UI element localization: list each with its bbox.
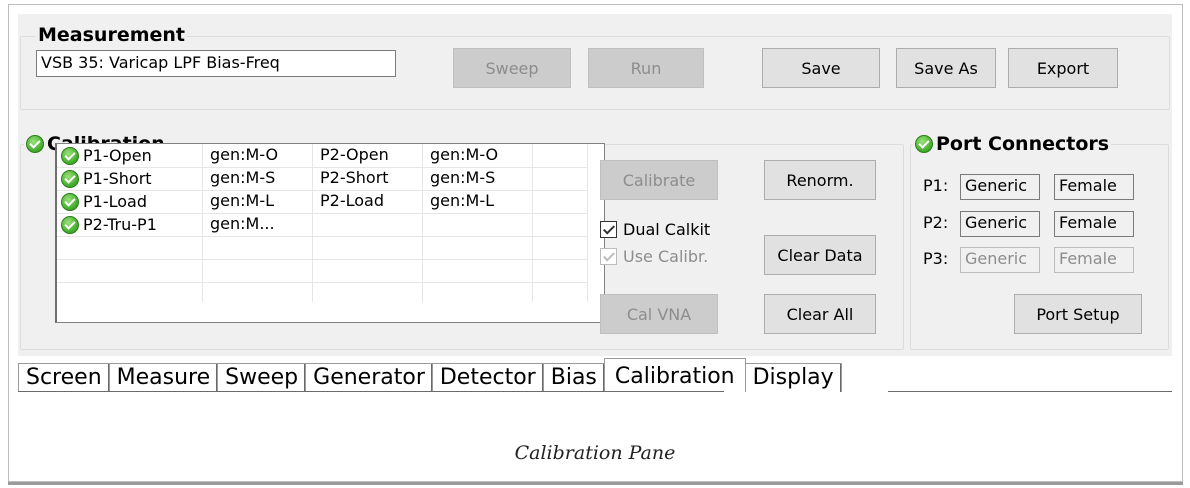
- calibration-standards-list[interactable]: P1-Open gen:M-O P2-Open gen:M-O P1-Short…: [55, 143, 605, 323]
- frame-shadow: [8, 482, 1183, 485]
- port-p3-label: P3:: [923, 249, 949, 268]
- checkbox-box: [600, 221, 617, 238]
- tab-display[interactable]: Display: [744, 363, 842, 392]
- port-p3-gender[interactable]: Female: [1054, 247, 1134, 273]
- renorm-button[interactable]: Renorm.: [764, 160, 876, 200]
- p2-kit-label: gen:M-S: [430, 168, 496, 187]
- tab-calibration[interactable]: Calibration: [603, 358, 746, 392]
- calibrate-button[interactable]: Calibrate: [600, 160, 718, 200]
- list-item[interactable]: P1-Short gen:M-S P2-Short gen:M-S: [57, 167, 587, 190]
- port-p2-type[interactable]: Generic: [960, 211, 1040, 237]
- save-button[interactable]: Save: [762, 48, 880, 88]
- calibrated-icon: [61, 169, 79, 188]
- sweep-button[interactable]: Sweep: [453, 48, 571, 88]
- calibrated-icon: [61, 192, 79, 211]
- p1-kit-label: gen:M-L: [210, 191, 275, 210]
- tab-screen[interactable]: Screen: [18, 363, 110, 392]
- p2-standard-label: [312, 213, 422, 236]
- p2-kit-label: gen:M-O: [430, 145, 499, 164]
- port-p1-type[interactable]: Generic: [960, 174, 1040, 200]
- standard-label: P1-Load: [83, 191, 147, 211]
- p1-kit-label: gen:M-S: [210, 168, 276, 187]
- cal-vna-button[interactable]: Cal VNA: [600, 294, 718, 334]
- p2-standard-label: P2-Load: [320, 191, 384, 210]
- dual-calkit-checkbox[interactable]: Dual Calkit: [600, 220, 710, 239]
- vna-panel: Measurement VSB 35: Varicap LPF Bias-Fre…: [18, 14, 1172, 356]
- figure-caption: Calibration Pane: [514, 442, 676, 464]
- port-p2-label: P2:: [923, 213, 949, 232]
- standard-label: P1-Short: [83, 168, 152, 188]
- clear-data-button[interactable]: Clear Data: [764, 235, 876, 275]
- calibrated-icon: [61, 146, 79, 165]
- port-connectors-title: Port Connectors: [913, 133, 1112, 155]
- port-p1-gender[interactable]: Female: [1054, 174, 1134, 200]
- p2-standard-label: P2-Short: [320, 168, 389, 187]
- tab-detector[interactable]: Detector: [431, 363, 544, 392]
- calibrated-icon: [61, 215, 79, 234]
- p2-standard-label: P2-Open: [320, 145, 389, 164]
- tab-baseline: [888, 391, 1172, 392]
- p1-kit-label: gen:M...: [210, 214, 275, 233]
- tab-measure[interactable]: Measure: [108, 363, 219, 392]
- tab-bar: Screen Measure Sweep Generator Detector …: [18, 356, 842, 392]
- port-p1-label: P1:: [923, 176, 949, 195]
- export-button[interactable]: Export: [1008, 48, 1118, 88]
- list-item[interactable]: P1-Load gen:M-L P2-Load gen:M-L: [57, 190, 587, 213]
- port-p3-type[interactable]: Generic: [960, 247, 1040, 273]
- tab-baseline: [18, 391, 724, 392]
- use-calibr-checkbox[interactable]: Use Calibr.: [600, 247, 708, 266]
- dual-calkit-label: Dual Calkit: [623, 220, 711, 239]
- use-calibr-label: Use Calibr.: [623, 247, 709, 266]
- measurement-name-field[interactable]: VSB 35: Varicap LPF Bias-Freq: [36, 50, 396, 77]
- p1-kit-label: gen:M-O: [210, 145, 279, 164]
- save-as-button[interactable]: Save As: [896, 48, 996, 88]
- clear-all-button[interactable]: Clear All: [764, 294, 876, 334]
- p2-kit-label: gen:M-L: [430, 191, 495, 210]
- checkbox-box: [600, 248, 617, 265]
- run-button[interactable]: Run: [588, 48, 704, 88]
- tab-bias[interactable]: Bias: [542, 363, 605, 392]
- measurement-title: Measurement: [36, 24, 187, 46]
- standard-label: P2-Tru-P1: [83, 214, 157, 234]
- p2-kit-label: [422, 213, 532, 236]
- port-setup-button[interactable]: Port Setup: [1014, 294, 1142, 334]
- port-p2-gender[interactable]: Female: [1054, 211, 1134, 237]
- list-item[interactable]: P1-Open gen:M-O P2-Open gen:M-O: [57, 144, 587, 167]
- standard-label: P1-Open: [83, 145, 152, 165]
- calibration-ok-icon: [26, 135, 44, 153]
- ports-ok-icon: [915, 135, 933, 153]
- tab-sweep[interactable]: Sweep: [217, 363, 307, 392]
- tab-generator[interactable]: Generator: [305, 363, 433, 392]
- list-item[interactable]: P2-Tru-P1 gen:M...: [57, 213, 587, 236]
